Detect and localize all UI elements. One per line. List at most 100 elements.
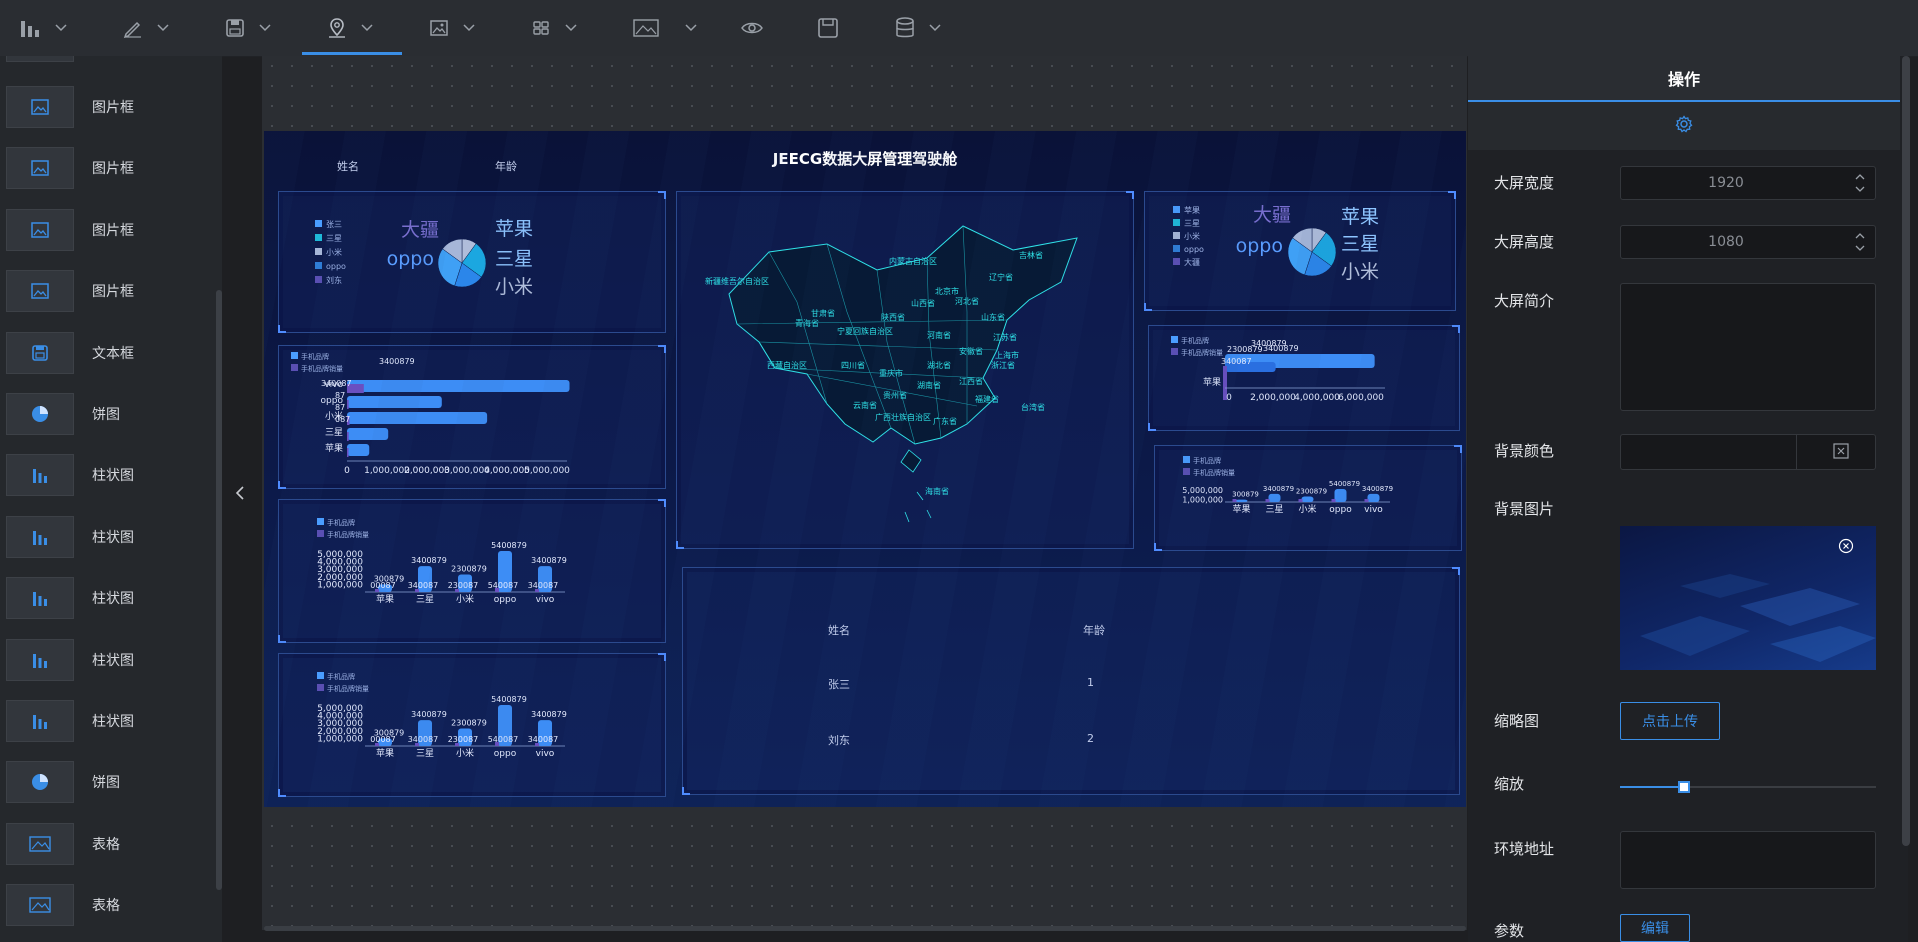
bar-chart-icon <box>6 638 74 681</box>
height-input[interactable]: 1080 <box>1620 225 1876 259</box>
value-label: 3400879 <box>379 357 415 366</box>
component-scrollbar[interactable] <box>216 290 222 890</box>
legend-swatch <box>1183 468 1190 475</box>
category-label: 苹果 <box>376 747 394 759</box>
toolbar-save-menu[interactable] <box>222 0 272 56</box>
canvas-horizontal-scrollbar[interactable] <box>264 926 1466 931</box>
height-stepper[interactable] <box>1853 229 1867 255</box>
vertical-bar-widget[interactable]: 手机品牌 手机品牌销量 1,000,000 2,000,000 3,000,000 4,0… <box>278 499 666 643</box>
vertical-bar-widget[interactable]: 手机品牌 手机品牌销量 1,000,000 2,000,000 3,000,000 4,0… <box>278 653 666 797</box>
toolbar-chart-menu[interactable] <box>18 0 68 56</box>
toolbar-image-menu[interactable] <box>426 0 476 56</box>
properties-scrollbar[interactable] <box>1902 56 1910 846</box>
remove-image-icon[interactable] <box>1838 538 1854 558</box>
legend-label: 张三 <box>326 220 342 229</box>
bar <box>347 432 349 441</box>
toolbar-text-menu[interactable] <box>120 0 170 56</box>
table-widget[interactable]: 姓名 年龄 张三 1 刘东 2 <box>682 567 1460 795</box>
map-region-label: 山西省 <box>911 298 935 308</box>
pie-chart-widget[interactable]: 张三 三星 小米 oppo 刘东 大疆 苹果 oppo 三星 小米 <box>278 191 666 333</box>
component-item[interactable]: 图片框 <box>6 207 206 253</box>
params-label: 参数 <box>1494 922 1525 940</box>
tick-label: 5,000,000 <box>524 466 570 476</box>
database-icon <box>892 15 918 41</box>
value-label: 5400879 <box>491 541 527 550</box>
env-textarea[interactable] <box>1620 831 1876 889</box>
component-item[interactable]: 表格 <box>6 882 206 928</box>
bg-color-picker[interactable] <box>1620 434 1876 470</box>
toolbar-preview-button[interactable] <box>739 0 765 56</box>
toolbar-map-menu[interactable] <box>324 0 374 56</box>
picture-icon <box>6 884 74 927</box>
component-item[interactable]: 图片框 <box>6 268 206 314</box>
map-region-label: 福建省 <box>975 394 999 404</box>
category-label: 小米 <box>1298 503 1316 515</box>
toolbar-picture-menu[interactable] <box>630 0 698 56</box>
settings-tab[interactable] <box>1468 102 1900 150</box>
vertical-bar-widget[interactable]: 手机品牌 手机品牌销量 1,000,000 5,000,000 苹果 300879 三星 34… <box>1154 445 1462 551</box>
toolbar-data-menu[interactable] <box>892 0 942 56</box>
component-item[interactable]: 柱状图 <box>6 514 206 560</box>
description-textarea[interactable] <box>1620 283 1876 411</box>
component-item[interactable]: 表格 <box>6 821 206 867</box>
bg-image-preview[interactable] <box>1620 526 1876 670</box>
legend-swatch <box>317 672 324 679</box>
component-item[interactable]: 图片框 <box>6 145 206 191</box>
panel-corner <box>1154 543 1162 551</box>
legend-label: 小米 <box>1184 231 1200 241</box>
pie-slice-label: 小米 <box>1341 261 1379 283</box>
category-label: oppo <box>1329 505 1352 515</box>
clear-color-icon[interactable] <box>1833 443 1849 459</box>
panel-corner <box>658 345 666 353</box>
component-label: 柱状图 <box>92 529 134 546</box>
toolbar-save-button[interactable] <box>815 0 841 56</box>
edit-params-button[interactable]: 编辑 <box>1620 914 1690 942</box>
legend-label: 手机品牌 <box>1193 456 1221 465</box>
bar <box>1334 489 1347 502</box>
pie-slice-label: oppo <box>1236 235 1283 257</box>
top-toolbar <box>0 0 1918 57</box>
collapse-panel-button[interactable] <box>228 480 252 510</box>
value-label: 3400879 <box>1362 485 1393 493</box>
component-item[interactable]: 柱状图 <box>6 452 206 498</box>
component-item[interactable]: 柱状图 <box>6 698 206 744</box>
tab-operation[interactable]: 操作 <box>1468 56 1900 102</box>
legend-label: 手机品牌销量 <box>327 530 369 539</box>
map-region-label: 湖北省 <box>927 360 951 370</box>
horizontal-bar-widget[interactable]: 手机品牌 手机品牌销量 苹果 三星 小米 oppo vivo 0 1,000,000 2,000,… <box>278 345 666 489</box>
bar <box>347 380 570 392</box>
component-item[interactable]: 饼图 <box>6 391 206 437</box>
table-cell: 1 <box>1087 676 1094 689</box>
legend-label: 大疆 <box>1184 257 1200 267</box>
table-header-name: 姓名 <box>828 624 850 637</box>
component-item[interactable]: 柱状图 <box>6 575 206 621</box>
vertical-bar-chart: 手机品牌手机品牌销量 1,000,0005,000,000 苹果 300879 三星 34… <box>1182 456 1393 515</box>
height-value: 1080 <box>1708 234 1744 250</box>
value-label: 2300879 <box>1227 345 1263 354</box>
top-table-header-name: 姓名 <box>337 160 359 173</box>
value-label: 340087 <box>1221 357 1252 366</box>
toolbar-layout-menu[interactable] <box>528 0 578 56</box>
zoom-slider-handle[interactable] <box>1678 781 1690 793</box>
component-item[interactable]: 文本框 <box>6 330 206 376</box>
big-screen-preview[interactable]: JEECG数据大屏管理驾驶舱 姓名 年龄 张三 三星 小米 oppo 刘东 大疆 苹果 opp… <box>264 131 1466 807</box>
save-icon <box>6 331 74 374</box>
width-input[interactable]: 1920 <box>1620 166 1876 200</box>
value-label: 87 <box>335 391 345 400</box>
component-item[interactable]: 饼图 <box>6 759 206 805</box>
map-region-label: 北京市 <box>935 286 959 296</box>
horizontal-bar-widget[interactable]: 手机品牌 手机品牌销量 苹果 0 2,000,000 4,000,000 6,000,000… <box>1148 325 1460 431</box>
pie-chart-widget[interactable]: 苹果 三星 小米 oppo 大疆 大疆 苹果 oppo 三星 小米 <box>1144 191 1456 311</box>
width-stepper[interactable] <box>1853 170 1867 196</box>
legend-swatch <box>1183 456 1190 463</box>
component-item[interactable]: 图片框 <box>6 84 206 130</box>
legend-swatch <box>1173 245 1180 252</box>
bar <box>347 428 389 440</box>
component-item[interactable]: 柱状图 <box>6 637 206 683</box>
image-icon <box>6 147 74 190</box>
upload-button[interactable]: 点击上传 <box>1620 702 1720 740</box>
chevron-down-icon <box>258 21 272 35</box>
horizontal-bar-chart: 手机品牌手机品牌销量苹果 0 2,000,0004,000,0006,000,000… <box>1171 336 1385 403</box>
component-label: 图片框 <box>92 222 134 239</box>
map-widget[interactable]: 内蒙古自治区 新疆维吾尔自治区 甘肃省 青海省 西藏自治区 四川省 云南省 陕西省 山西省 河北省… <box>676 191 1134 549</box>
